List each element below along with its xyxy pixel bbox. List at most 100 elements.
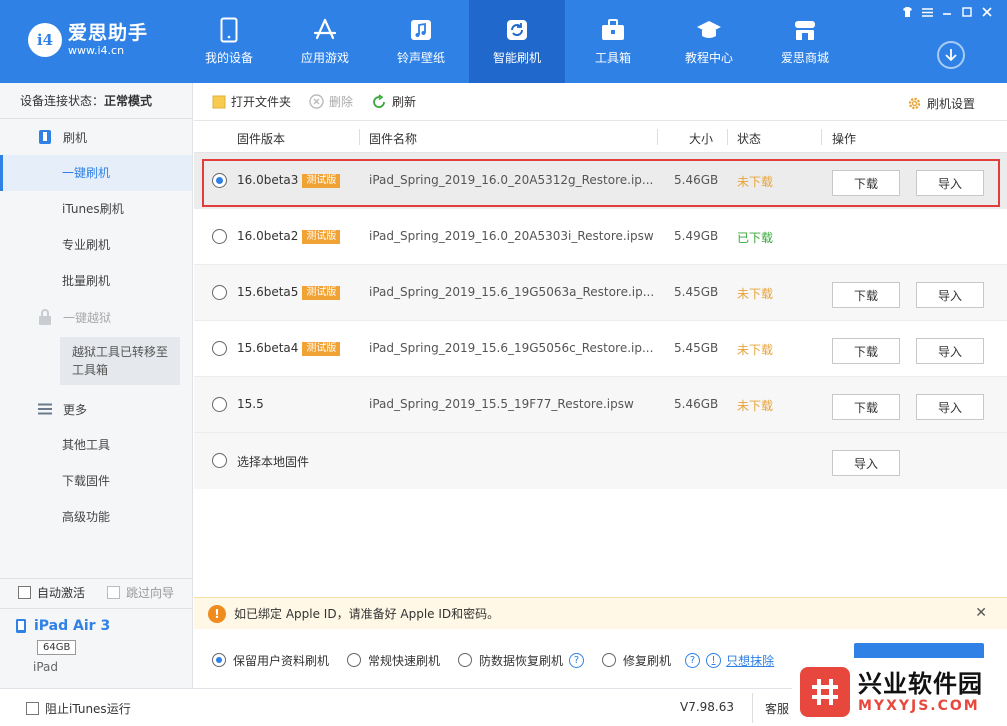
radio-button[interactable]	[347, 653, 362, 667]
local-firmware-row[interactable]: 选择本地固件 导入	[194, 433, 1007, 489]
help-icon[interactable]: ?	[569, 652, 585, 668]
row-version: 16.0beta2 测试版	[237, 229, 341, 244]
nav-tutorials[interactable]: 教程中心	[661, 0, 757, 83]
row-radio[interactable]	[212, 285, 227, 300]
radio-button[interactable]	[602, 653, 617, 667]
help-icon[interactable]: ?	[685, 652, 701, 668]
row-filename: iPad_Spring_2019_15.6_19G5063a_Restore.i…	[369, 285, 655, 299]
app-name: 爱思助手	[68, 22, 149, 44]
sidebar-item-advanced[interactable]: 高级功能	[0, 499, 192, 535]
folder-icon	[212, 95, 226, 109]
nav-label: 爱思商城	[780, 51, 829, 65]
skip-guide-checkbox[interactable]	[107, 586, 121, 599]
firmware-row[interactable]: 15.6beta4 测试版 iPad_Spring_2019_15.6_19G50…	[194, 321, 1007, 377]
option-normal-fast[interactable]: 常规快速刷机	[347, 652, 440, 669]
watermark-cn: 兴业软件园	[858, 670, 983, 698]
nav-label: 工具箱	[594, 51, 631, 65]
import-button[interactable]: 导入	[916, 282, 984, 308]
refresh-button[interactable]: 刷新	[371, 93, 416, 110]
sidebar-item-pro-flash[interactable]: 专业刷机	[0, 227, 192, 263]
device-type: iPad	[33, 660, 59, 674]
option-label: 保留用户资料刷机	[233, 653, 330, 668]
group-label: 更多	[63, 402, 88, 417]
watermark: 兴业软件园 MYXYJS.COM	[792, 658, 1007, 726]
nav-apps-games[interactable]: 应用游戏	[277, 0, 373, 83]
block-itunes-label: 阻止iTunes运行	[45, 702, 131, 716]
sidebar-item-other-tools[interactable]: 其他工具	[0, 427, 192, 463]
row-radio[interactable]	[212, 453, 227, 468]
nav-store[interactable]: 爱思商城	[757, 0, 853, 83]
version-text: 15.6beta5	[237, 285, 299, 299]
flash-settings-button[interactable]: 刷机设置	[907, 95, 975, 112]
nav-label: 智能刷机	[492, 51, 541, 65]
nav-toolbox[interactable]: 工具箱	[565, 0, 661, 83]
import-button[interactable]: 导入	[916, 394, 984, 420]
row-version: 15.5	[237, 397, 264, 411]
sidebar-group-flash[interactable]: 刷机	[0, 119, 192, 155]
auto-activate-checkbox[interactable]	[18, 586, 31, 599]
graduation-cap-icon	[695, 16, 723, 44]
row-version: 15.6beta4 测试版	[237, 341, 341, 356]
download-button[interactable]: 下载	[832, 394, 900, 420]
row-radio[interactable]	[212, 229, 227, 244]
maximize-icon[interactable]	[957, 4, 977, 20]
row-radio[interactable]	[212, 341, 227, 356]
device-capacity-badge: 64GB	[37, 640, 77, 655]
import-button[interactable]: 导入	[916, 338, 984, 364]
app-url: www.i4.cn	[68, 44, 125, 57]
download-button[interactable]: 下载	[832, 338, 900, 364]
row-size: 5.45GB	[674, 341, 719, 355]
radio-button[interactable]	[458, 653, 473, 667]
erase-only-link[interactable]: ! 只想抹除	[706, 652, 774, 669]
row-filename: iPad_Spring_2019_15.6_19G5056c_Restore.i…	[369, 341, 654, 355]
skin-icon[interactable]	[897, 4, 917, 20]
block-itunes-checkbox[interactable]	[26, 702, 39, 715]
row-filename: iPad_Spring_2019_16.0_20A5303i_Restore.i…	[369, 229, 654, 243]
firmware-row[interactable]: 15.6beta5 测试版 iPad_Spring_2019_15.6_19G50…	[194, 265, 1007, 321]
firmware-row[interactable]: 16.0beta2 测试版 iPad_Spring_2019_16.0_20A53…	[194, 209, 1007, 265]
minimize-icon[interactable]	[937, 4, 957, 20]
nav-label: 我的设备	[204, 51, 253, 65]
delete-button[interactable]: 删除	[309, 93, 353, 110]
selection-highlight-box	[202, 159, 1000, 207]
option-label: 常规快速刷机	[368, 653, 441, 668]
store-icon	[791, 16, 819, 44]
radio-button[interactable]	[212, 653, 226, 667]
import-button[interactable]: 导入	[832, 450, 900, 476]
connection-status: 设备连接状态：正常模式	[0, 83, 192, 119]
sidebar-item-itunes-flash[interactable]: iTunes刷机	[0, 191, 192, 227]
close-icon[interactable]	[977, 4, 997, 20]
option-keep-data[interactable]: 保留用户资料刷机	[212, 652, 329, 669]
delete-label: 删除	[329, 95, 354, 109]
sidebar-group-more[interactable]: 更多	[0, 391, 192, 427]
row-status: 未下载	[737, 343, 774, 357]
option-label: 防数据恢复刷机	[479, 653, 564, 668]
firmware-row[interactable]: 15.5 iPad_Spring_2019_15.5_19F77_Restore…	[194, 377, 1007, 433]
customer-service-button[interactable]: 客服	[752, 693, 792, 723]
open-folder-button[interactable]: 打开文件夹	[212, 93, 291, 110]
option-anti-recovery[interactable]: 防数据恢复刷机?	[458, 652, 585, 669]
sidebar-item-batch-flash[interactable]: 批量刷机	[0, 263, 192, 299]
version-text: 15.6beta4	[237, 341, 299, 355]
sidebar-item-one-click-flash[interactable]: 一键刷机	[0, 155, 192, 191]
row-status: 已下载	[737, 231, 774, 245]
block-itunes[interactable]: 阻止iTunes运行	[26, 700, 131, 717]
device-name: iPad Air 3	[15, 618, 110, 634]
menu-icon[interactable]	[917, 4, 937, 20]
nav-smart-flash[interactable]: 智能刷机	[469, 0, 565, 83]
nav-ringtones-wallpapers[interactable]: 铃声壁纸	[373, 0, 469, 83]
status-label: 设备连接状态：	[20, 94, 105, 108]
col-version: 固件版本	[237, 132, 286, 146]
sidebar-item-download-firmware[interactable]: 下载固件	[0, 463, 192, 499]
download-button[interactable]: 下载	[832, 282, 900, 308]
col-action: 操作	[832, 132, 857, 146]
row-radio[interactable]	[212, 397, 227, 412]
option-repair[interactable]: 修复刷机?	[602, 652, 701, 669]
close-icon[interactable]: ✕	[975, 605, 987, 621]
device-name-text: iPad Air 3	[34, 618, 111, 634]
refresh-icon	[503, 16, 531, 44]
nav-my-device[interactable]: 我的设备	[181, 0, 277, 83]
download-manager-button[interactable]	[937, 41, 965, 69]
row-size: 5.45GB	[674, 285, 719, 299]
beta-badge: 测试版	[302, 286, 341, 300]
